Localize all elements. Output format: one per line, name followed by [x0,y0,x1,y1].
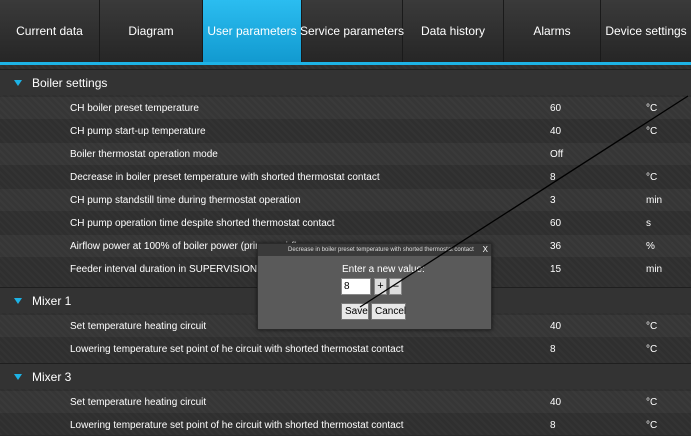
pointer-line [359,95,689,308]
annotation-pointer-line [359,95,689,308]
